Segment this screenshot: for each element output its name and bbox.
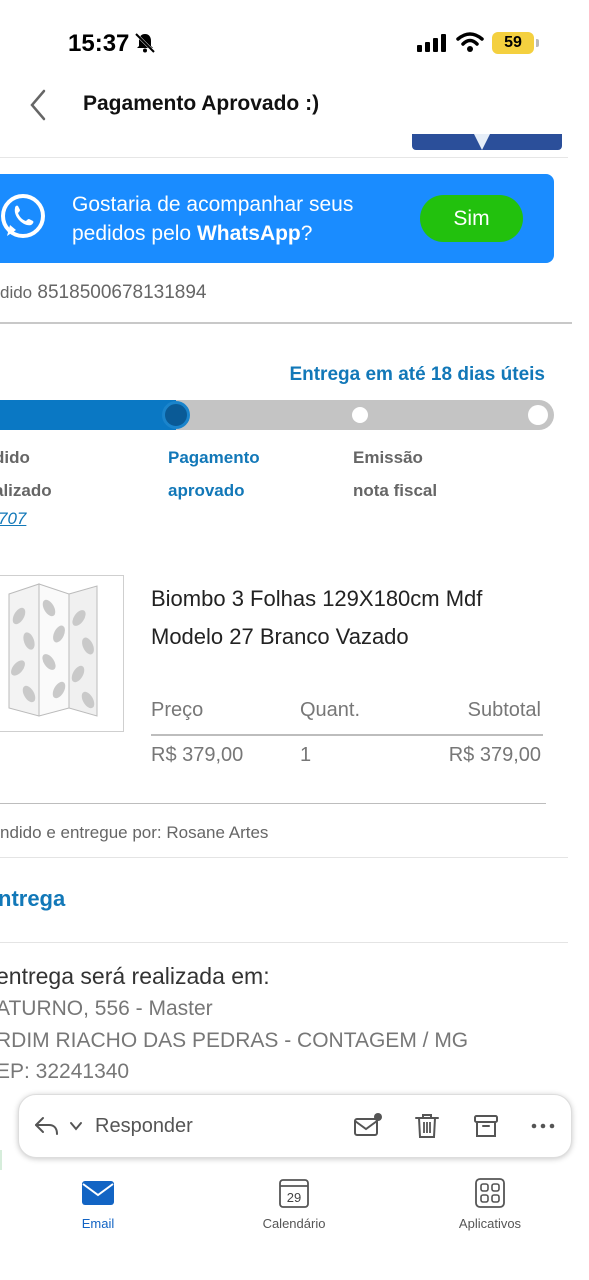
battery-indicator: 59 (492, 32, 539, 54)
back-chevron-icon[interactable] (26, 88, 50, 122)
product-qty: 1 (300, 744, 312, 766)
divider (0, 857, 568, 858)
calendar-icon: 29 (279, 1179, 309, 1208)
table-divider (151, 734, 543, 736)
page-title: Pagamento Aprovado :) (83, 92, 320, 115)
progress-step-dot (528, 405, 548, 425)
apps-grid-icon (475, 1178, 505, 1208)
mark-unread-icon[interactable] (353, 1111, 383, 1141)
step-label-line: dido (0, 448, 30, 467)
tab-apps[interactable]: Aplicativos (430, 1178, 550, 1231)
delivery-address-heading: entrega será realizada em: (0, 963, 270, 989)
col-header-qty: Quant. (300, 699, 361, 721)
divider (0, 322, 572, 324)
progress-current-step-dot (162, 401, 190, 429)
status-time: 15:37 (68, 30, 130, 57)
reply-icon[interactable] (33, 1114, 59, 1138)
step-label-line: Emissão (353, 448, 423, 467)
col-header-price: Preço (151, 699, 204, 721)
archive-icon[interactable] (471, 1111, 501, 1141)
bottom-tab-bar: Email 29 Calendário Aplicativos (0, 1170, 589, 1280)
step-label-line: aprovado (168, 481, 245, 500)
calendar-day: 29 (287, 1190, 301, 1205)
reply-toolbar: Responder (18, 1094, 572, 1158)
delivery-eta: Entrega em até 18 dias úteis (289, 364, 545, 385)
product-price: R$ 379,00 (151, 744, 244, 766)
bell-off-icon (134, 32, 156, 54)
step-label-line: nota fiscal (353, 481, 438, 500)
col-header-subtotal: Subtotal (467, 699, 541, 721)
tab-label: Email (81, 1216, 115, 1231)
header-photo-fragment (412, 134, 562, 150)
folding-screen-image (8, 583, 98, 717)
wifi-icon (456, 32, 484, 52)
chevron-down-icon[interactable] (69, 1121, 83, 1131)
address-line: ATURNO, 556 - Master (0, 997, 213, 1020)
step-label-invoice: Emissão nota fiscal (353, 441, 503, 507)
seller-info: ndido e entregue por: Rosane Artes (0, 823, 269, 842)
step-link[interactable]: 707 (0, 509, 26, 529)
divider (0, 803, 546, 804)
step-label-line: Pagamento (168, 448, 260, 467)
email-header-image (0, 134, 568, 158)
step-label-line: alizado (0, 481, 52, 500)
trash-icon[interactable] (412, 1111, 442, 1141)
order-number-value: 8518500678131894 (37, 282, 207, 303)
battery-level: 59 (504, 34, 522, 51)
product-title[interactable]: Biombo 3 Folhas 129X180cm Mdf Modelo 27 … (151, 580, 551, 656)
delivery-section-title: ntrega (0, 886, 66, 911)
divider (0, 942, 568, 943)
step-label-payment: Pagamento aprovado (168, 441, 318, 507)
progress-step-dot (352, 407, 368, 423)
order-number: dido 8518500678131894 (0, 282, 207, 304)
whatsapp-icon (1, 194, 45, 238)
nav-header: Pagamento Aprovado :) (0, 72, 589, 136)
address-line: EP: 32241340 (0, 1060, 130, 1083)
whatsapp-yes-button[interactable]: Sim (420, 195, 523, 242)
mail-icon (82, 1181, 114, 1205)
tab-label: Aplicativos (458, 1216, 522, 1231)
whatsapp-brand: WhatsApp (196, 222, 301, 245)
tab-email[interactable]: Email (38, 1178, 158, 1231)
whatsapp-prompt: Gostaria de acompanhar seus pedidos pelo… (72, 190, 402, 248)
tab-calendar[interactable]: 29 Calendário (234, 1178, 354, 1231)
cellular-signal-icon (417, 34, 446, 52)
reply-button[interactable]: Responder (95, 1115, 193, 1138)
whatsapp-prompt-end: ? (300, 222, 313, 245)
status-bar: 15:37 59 (0, 0, 589, 72)
tab-label: Calendário (262, 1216, 326, 1231)
step-label-ordered: dido alizado (0, 441, 52, 507)
order-number-label: dido (0, 283, 33, 302)
product-image[interactable] (0, 575, 124, 732)
progress-fill (0, 400, 176, 430)
more-options-icon[interactable] (528, 1111, 558, 1141)
product-subtotal: R$ 379,00 (448, 744, 541, 766)
address-line: RDIM RIACHO DAS PEDRAS - CONTAGEM / MG (0, 1029, 469, 1052)
whatsapp-banner: Gostaria de acompanhar seus pedidos pelo… (0, 174, 554, 263)
